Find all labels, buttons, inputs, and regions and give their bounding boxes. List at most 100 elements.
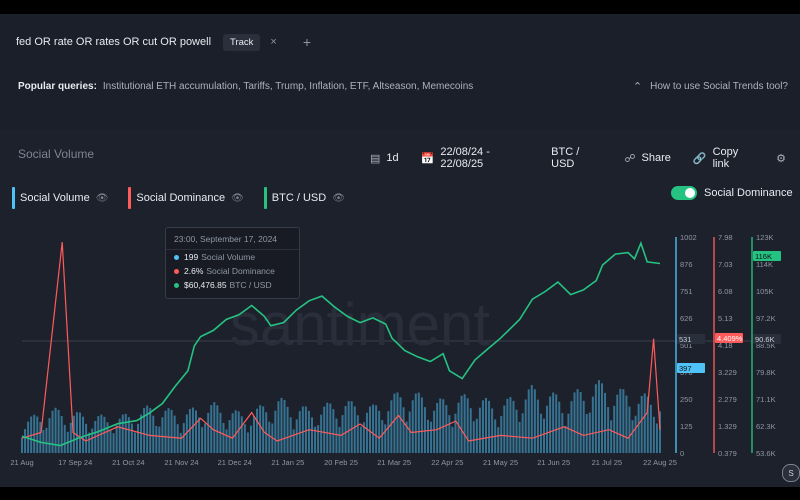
axis-value-badge-text: 116K bbox=[755, 252, 772, 261]
social-volume-bar bbox=[591, 396, 594, 453]
eye-icon[interactable]: 👁 bbox=[332, 193, 345, 204]
query-tab[interactable]: fed OR rate OR rates OR cut OR powell Tr… bbox=[16, 26, 784, 58]
social-volume-bar bbox=[274, 410, 277, 453]
popular-queries-label: Popular queries: bbox=[18, 80, 97, 92]
social-volume-bar bbox=[198, 417, 201, 453]
social-volume-bar bbox=[152, 415, 155, 453]
social-volume-bar bbox=[390, 400, 393, 453]
social-volume-bar bbox=[637, 403, 640, 453]
social-volume-bar bbox=[485, 397, 487, 453]
social-volume-bar bbox=[387, 411, 390, 453]
axis-value-badge-text: 4.409% bbox=[717, 334, 743, 343]
legend-item-social-dominance[interactable]: Social Dominance 👁 bbox=[128, 187, 244, 209]
axis-tick-label: 250 bbox=[680, 395, 693, 404]
social-volume-bar bbox=[344, 406, 347, 453]
settings-button[interactable]: ⚙ bbox=[776, 152, 786, 165]
eye-icon[interactable]: 👁 bbox=[96, 193, 109, 204]
social-volume-bar bbox=[478, 407, 481, 453]
axis-tick-label: 71.1K bbox=[756, 395, 776, 404]
social-volume-bar bbox=[176, 424, 179, 453]
social-volume-bar bbox=[463, 394, 466, 453]
social-volume-bar bbox=[164, 410, 167, 453]
social-volume-bar bbox=[469, 408, 472, 453]
social-volume-bar bbox=[423, 407, 426, 453]
social-volume-bar bbox=[133, 432, 136, 453]
pair-label: BTC / USD bbox=[551, 146, 580, 170]
date-range-picker[interactable]: 📅 22/08/24 - 22/08/25 bbox=[421, 146, 529, 170]
social-volume-bar bbox=[601, 383, 603, 453]
social-volume-bar bbox=[335, 418, 338, 453]
social-volume-bar bbox=[509, 397, 512, 453]
social-volume-bar bbox=[54, 407, 57, 453]
social-volume-bar bbox=[51, 410, 54, 453]
social-volume-bar bbox=[594, 384, 597, 453]
social-volume-bar bbox=[536, 399, 539, 453]
social-volume-bar bbox=[369, 406, 371, 453]
social-volume-bar bbox=[280, 397, 283, 453]
axis-tick-label: 1.329 bbox=[718, 422, 737, 431]
social-volume-bar bbox=[524, 399, 527, 453]
social-volume-bar bbox=[72, 415, 75, 453]
social-volume-bar bbox=[427, 419, 429, 453]
track-button[interactable]: Track bbox=[223, 33, 261, 51]
social-volume-bar bbox=[323, 406, 326, 453]
legend-item-social-volume[interactable]: Social Volume 👁 bbox=[12, 187, 108, 209]
social-volume-bar bbox=[57, 409, 60, 453]
bottom-black-band bbox=[0, 487, 800, 500]
copy-link-button[interactable]: 🔗 Copy link bbox=[693, 146, 754, 170]
axis-tick-label: 0.379 bbox=[718, 449, 737, 458]
chart-canvas[interactable]: santiment100287675162650137625012507.987… bbox=[0, 225, 800, 487]
social-volume-bar bbox=[530, 385, 533, 453]
axis-tick-label: 79.8K bbox=[756, 368, 776, 377]
x-axis-label: 22 Apr 25 bbox=[431, 458, 463, 467]
social-volume-bar bbox=[21, 437, 23, 453]
axis-tick-label: 626 bbox=[680, 314, 693, 323]
x-axis-label: 21 Aug bbox=[10, 458, 33, 467]
add-query-icon[interactable]: + bbox=[303, 34, 311, 50]
close-icon[interactable]: × bbox=[270, 36, 276, 48]
gear-icon: ⚙ bbox=[776, 152, 786, 165]
toggle-switch[interactable] bbox=[671, 186, 697, 200]
social-volume-bar bbox=[155, 425, 158, 453]
share-button[interactable]: ☍ Share bbox=[624, 152, 671, 165]
social-volume-bar bbox=[604, 392, 607, 453]
social-volume-bar bbox=[137, 423, 139, 453]
social-volume-bar bbox=[372, 404, 375, 453]
eye-icon[interactable]: 👁 bbox=[231, 193, 244, 204]
popular-queries-list[interactable]: Institutional ETH accumulation, Tariffs,… bbox=[103, 81, 473, 92]
social-volume-bar bbox=[350, 401, 353, 453]
social-dominance-toggle[interactable]: Social Dominance bbox=[671, 186, 793, 200]
social-volume-bar bbox=[555, 394, 558, 453]
social-volume-bar bbox=[277, 401, 280, 453]
social-volume-bar bbox=[286, 406, 289, 453]
link-icon: 🔗 bbox=[692, 152, 707, 165]
x-axis-label: 21 May 25 bbox=[483, 458, 518, 467]
help-link[interactable]: ⌃ How to use Social Trends tool? bbox=[633, 80, 788, 93]
social-volume-bar bbox=[631, 420, 634, 453]
social-volume-bar bbox=[103, 416, 106, 453]
social-volume-bar bbox=[619, 388, 622, 453]
tooltip-value: 199 bbox=[184, 252, 199, 262]
tooltip-label: BTC / USD bbox=[229, 280, 272, 290]
social-volume-bar bbox=[457, 402, 460, 453]
chevron-up-icon: ⌃ bbox=[632, 80, 643, 93]
social-volume-bar bbox=[347, 401, 350, 453]
social-volume-bar bbox=[439, 398, 442, 453]
pair-selector[interactable]: BTC / USD bbox=[551, 146, 602, 170]
share-label: Share bbox=[641, 152, 671, 164]
interval-selector[interactable]: ▤ 1d bbox=[370, 152, 399, 165]
social-volume-bar bbox=[146, 405, 149, 453]
santiment-logo-icon[interactable]: S bbox=[782, 464, 800, 482]
social-volume-bar bbox=[552, 392, 555, 453]
axis-tick-label: 114K bbox=[756, 260, 773, 269]
date-range-label: 22/08/24 - 22/08/25 bbox=[440, 146, 490, 170]
x-axis-label: 21 Dec 24 bbox=[218, 458, 252, 467]
social-volume-bar bbox=[460, 395, 463, 453]
social-volume-bar bbox=[161, 417, 164, 453]
legend-item-btc-usd[interactable]: BTC / USD 👁 bbox=[263, 187, 345, 209]
social-volume-bar bbox=[384, 424, 387, 453]
social-volume-bar bbox=[91, 428, 94, 453]
social-volume-bar bbox=[246, 432, 249, 453]
social-volume-bar bbox=[576, 389, 579, 453]
social-volume-bar bbox=[588, 412, 591, 453]
